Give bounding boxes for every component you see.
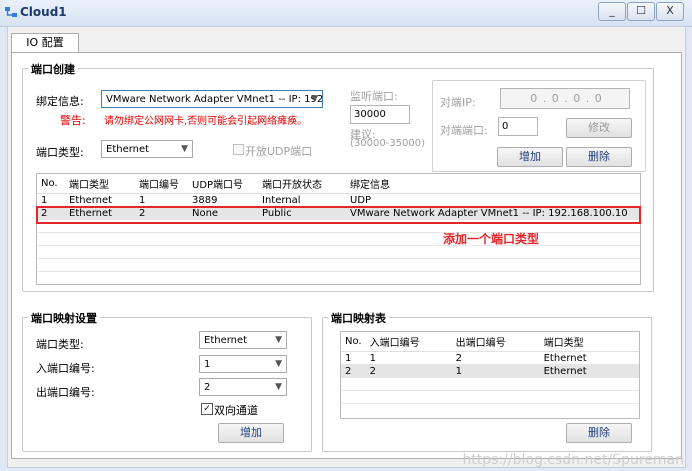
suggest-range: (30000-35000) xyxy=(350,138,426,149)
mapping-table: No. 入端口编号 出端口编号 端口类型 1 1 2 Ethernet 2 2 … xyxy=(340,331,640,419)
listen-port-input[interactable]: 30000 xyxy=(350,105,410,124)
tab-io-config[interactable]: IO 配置 xyxy=(11,33,79,53)
column-header: 出端口编号 xyxy=(451,332,540,352)
table-cell: 1 xyxy=(451,364,540,378)
column-header: 端口类型 xyxy=(65,174,135,194)
empty-row xyxy=(37,232,640,246)
table-cell: 1 xyxy=(37,193,65,207)
chevron-down-icon: ▼ xyxy=(275,382,282,392)
column-header: No. xyxy=(37,174,65,194)
out-port-select[interactable]: 2 ▼ xyxy=(199,378,287,396)
mapping-table-legend: 端口映射表 xyxy=(328,310,389,326)
listen-port-label: 监听端口: xyxy=(350,90,398,103)
table-cell: Ethernet xyxy=(539,351,639,365)
minimize-button[interactable]: _ xyxy=(598,2,626,21)
column-header: 端口编号 xyxy=(135,174,188,194)
table-cell: Ethernet xyxy=(539,364,639,378)
empty-row xyxy=(37,258,640,272)
binding-label: 绑定信息: xyxy=(36,95,84,108)
table-cell: Internal xyxy=(258,193,346,207)
in-port-select[interactable]: 1 ▼ xyxy=(199,355,287,373)
table-cell: 2 xyxy=(341,364,366,378)
table-cell: 2 xyxy=(451,351,540,365)
column-header: 端口类型 xyxy=(539,332,639,352)
column-header: UDP端口号 xyxy=(188,174,258,194)
delete-port-button[interactable]: 删除 xyxy=(566,147,632,167)
port-table: No. 端口类型 端口编号 UDP端口号 端口开放状态 绑定信息 1 Ether… xyxy=(36,173,641,285)
in-port-value: 1 xyxy=(204,359,211,370)
mapping-port-type-label: 端口类型: xyxy=(36,338,84,351)
watermark: https://blog.csdn.net/Spureman xyxy=(462,452,684,468)
binding-select-value: VMware Network Adapter VMnet1 -- IP: 192… xyxy=(106,94,323,105)
peer-port-input[interactable]: 0 xyxy=(498,117,538,136)
bidirectional-checkbox[interactable]: ✓ xyxy=(201,403,213,415)
warning-label: 警告: xyxy=(60,114,86,127)
column-header: 端口开放状态 xyxy=(258,174,346,194)
modify-button[interactable]: 修改 xyxy=(566,118,632,138)
highlight-box xyxy=(36,206,641,224)
table-row[interactable]: 1 1 2 Ethernet xyxy=(341,351,639,365)
title-bar xyxy=(0,0,692,27)
udp-checkbox-label: 开放UDP端口 xyxy=(245,145,313,158)
column-header: 入端口编号 xyxy=(365,332,452,352)
peer-port-label: 对端端口: xyxy=(440,124,488,137)
empty-row xyxy=(37,245,640,259)
chevron-down-icon: ▼ xyxy=(275,335,282,345)
column-header: 绑定信息 xyxy=(346,174,640,194)
peer-ip-input[interactable]: 0 . 0 . 0 . 0 xyxy=(500,88,630,109)
window-title: Cloud1 xyxy=(20,5,67,19)
table-header: No. 端口类型 端口编号 UDP端口号 端口开放状态 绑定信息 xyxy=(37,174,640,194)
delete-mapping-button[interactable]: 删除 xyxy=(566,423,632,443)
table-cell: 3889 xyxy=(188,193,258,207)
column-header: No. xyxy=(341,332,366,352)
bidirectional-label: 双向通道 xyxy=(214,404,258,417)
mapping-port-type-value: Ethernet xyxy=(204,335,248,346)
out-port-value: 2 xyxy=(204,382,211,393)
maximize-button[interactable]: ☐ xyxy=(627,2,655,21)
empty-row xyxy=(341,377,639,391)
table-cell: 1 xyxy=(341,351,366,365)
chevron-down-icon: ▼ xyxy=(181,144,188,154)
port-type-label: 端口类型: xyxy=(36,146,84,159)
table-cell: 1 xyxy=(135,193,188,207)
port-create-legend: 端口创建 xyxy=(28,61,78,77)
port-type-select-value: Ethernet xyxy=(106,144,150,155)
table-cell: Ethernet xyxy=(65,193,135,207)
close-button[interactable]: X xyxy=(656,2,684,21)
table-cell: UDP xyxy=(346,193,640,207)
add-port-button[interactable]: 增加 xyxy=(497,147,563,167)
udp-checkbox[interactable] xyxy=(233,144,244,155)
cloud-app-icon xyxy=(5,7,17,17)
chevron-down-icon: ▼ xyxy=(275,359,282,369)
empty-row xyxy=(341,390,639,404)
port-mapping-legend: 端口映射设置 xyxy=(28,310,100,326)
table-header: No. 入端口编号 出端口编号 端口类型 xyxy=(341,332,639,352)
binding-select[interactable]: VMware Network Adapter VMnet1 -- IP: 192… xyxy=(101,90,323,108)
warning-text: 请勿绑定公网网卡,否则可能会引起网络瘫痪。 xyxy=(104,116,308,127)
add-mapping-button[interactable]: 增加 xyxy=(218,423,284,443)
table-cell: 2 xyxy=(365,364,452,378)
out-port-label: 出端口编号: xyxy=(36,386,95,399)
table-row[interactable]: 1 Ethernet 1 3889 Internal UDP xyxy=(37,193,640,207)
annotation-text: 添加一个端口类型 xyxy=(443,232,540,246)
port-type-select[interactable]: Ethernet ▼ xyxy=(101,140,193,158)
chevron-down-icon: ▼ xyxy=(311,94,318,104)
in-port-label: 入端口编号: xyxy=(36,362,95,375)
table-cell: 1 xyxy=(365,351,452,365)
mapping-port-type-select[interactable]: Ethernet ▼ xyxy=(199,331,287,349)
peer-ip-label: 对端IP: xyxy=(440,96,476,109)
table-row[interactable]: 2 2 1 Ethernet xyxy=(341,364,639,378)
